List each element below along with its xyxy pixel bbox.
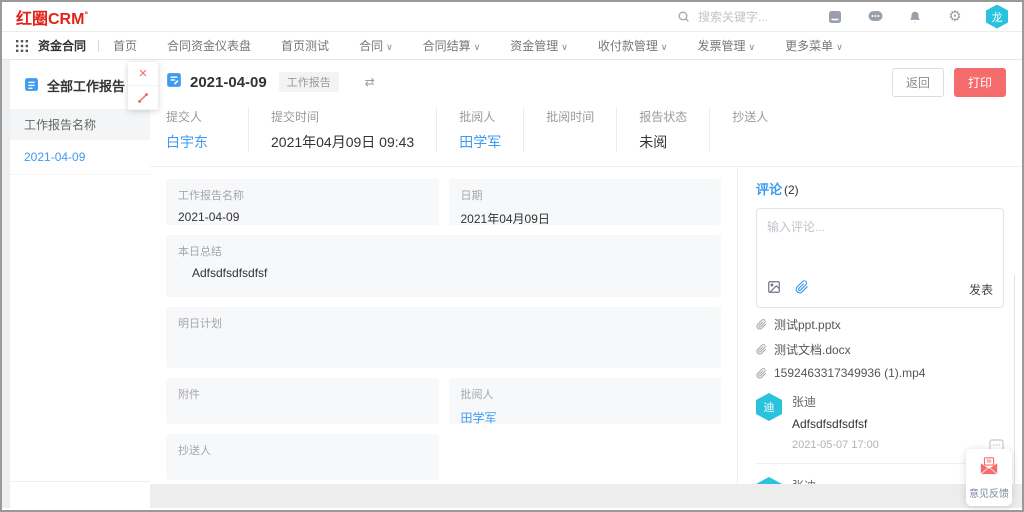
comments-title: 评论 (756, 179, 782, 198)
nav-item-more[interactable]: 更多菜单 (785, 37, 843, 54)
messages-icon[interactable] (866, 8, 884, 26)
scrollbar[interactable] (1014, 275, 1015, 484)
clipboard-icon (24, 77, 39, 95)
page-background-strip (150, 484, 1022, 508)
comment-input-box: 发表 (756, 208, 1004, 308)
field-date: 日期 2021年04月09日 (449, 179, 722, 225)
meta-summary-row: 提交人 白宇东 提交时间 2021年04月09日 09:43 批阅人 田学军 批… (150, 104, 1022, 167)
report-form: 工作报告名称 2021-04-09 日期 2021年04月09日 本日总结 Ad… (150, 167, 738, 484)
detail-header: 2021-04-09 工作报告 ⇄ 返回 打印 (150, 60, 1022, 104)
submitter-link[interactable]: 白宇东 (166, 132, 226, 152)
nav-item-invoices[interactable]: 发票管理 (698, 37, 756, 54)
attachment-item[interactable]: 测试ppt.pptx (756, 316, 1004, 333)
paperclip-icon (756, 344, 767, 355)
report-detail-card: 2021-04-09 工作报告 ⇄ 返回 打印 提交人 白宇东 提交时间 202… (150, 60, 1022, 484)
meta-reviewer: 批阅人 田学军 (436, 108, 523, 152)
status-badge: 未阅 (639, 132, 687, 152)
nav-item-settlement[interactable]: 合同结算 (423, 37, 481, 54)
comment-author[interactable]: 张迪 (792, 393, 1004, 410)
meta-cc: 抄送人 (709, 108, 791, 152)
paperclip-icon (756, 319, 767, 330)
field-reviewer: 批阅人 田学军 (449, 378, 722, 424)
field-tomorrow-plan: 明日计划 (166, 307, 721, 369)
close-icon[interactable]: × (128, 62, 158, 86)
topbar: 红圈CRM° ⚙ 龙 (2, 2, 1022, 32)
field-cc: 抄送人 (166, 434, 439, 480)
logo-degree-mark: ° (84, 9, 88, 19)
report-list-sidebar: 全部工作报告 工作报告名称 2021-04-09 (10, 60, 152, 508)
form-reviewer-link[interactable]: 田学军 (461, 409, 710, 426)
chevron-down-icon (836, 39, 843, 53)
comment-text: Adfsdfsdfsdfsf (792, 417, 1004, 431)
print-button[interactable]: 打印 (954, 68, 1006, 97)
paperclip-icon (756, 368, 767, 379)
nav-item-contract[interactable]: 合同 (359, 37, 393, 54)
floating-toolbar: × (128, 62, 158, 110)
comment-time: 2021-05-07 17:00 (792, 439, 879, 451)
search-input[interactable] (698, 10, 798, 24)
chevron-down-icon (661, 39, 668, 53)
crm-app: 红圈CRM° ⚙ 龙 资金合同 首 (0, 0, 1024, 512)
meta-submit-time: 提交时间 2021年04月09日 09:43 (248, 108, 436, 152)
gear-icon[interactable]: ⚙ (946, 8, 964, 26)
page-title: 2021-04-09 (190, 74, 267, 91)
nav-item-payments[interactable]: 收付款管理 (598, 37, 668, 54)
comment-input[interactable] (757, 209, 1003, 274)
sidebar-item-report[interactable]: 2021-04-09 (10, 140, 152, 175)
attachment-item[interactable]: 测试文档.docx (756, 341, 1004, 358)
expand-arrow-icon[interactable] (128, 86, 158, 110)
chevron-down-icon (749, 39, 756, 53)
back-button[interactable]: 返回 (892, 68, 944, 97)
main-nav: 资金合同 首页 合同资金仪表盘 首页测试 合同 合同结算 资金管理 收付款管理 … (2, 32, 1022, 60)
nav-item-hometest[interactable]: 首页测试 (281, 37, 329, 54)
nav-item-funds[interactable]: 资金管理 (510, 37, 568, 54)
apps-grid-icon[interactable] (16, 40, 28, 52)
document-icon (166, 72, 182, 93)
comments-count: (2) (784, 183, 799, 197)
nav-item-dashboard[interactable]: 合同资金仪表盘 (167, 37, 251, 54)
notebook-icon[interactable] (826, 8, 844, 26)
attachment-item[interactable]: 1592463317349936 (1).mp4 (756, 366, 1004, 380)
brand-logo[interactable]: 红圈CRM° (16, 5, 88, 29)
reviewer-link[interactable]: 田学军 (459, 132, 501, 152)
nav-app-label[interactable]: 资金合同 (38, 37, 86, 54)
chevron-down-icon (561, 39, 568, 53)
field-today-summary: 本日总结 Adfsdfsdfsdfsf (166, 235, 721, 297)
post-comment-button[interactable]: 发表 (969, 281, 993, 298)
global-search[interactable] (674, 8, 804, 26)
bell-icon[interactable] (906, 8, 924, 26)
sidebar-column-header: 工作报告名称 (10, 109, 152, 140)
nav-item-home[interactable]: 首页 (113, 37, 137, 54)
field-report-name: 工作报告名称 2021-04-09 (166, 179, 439, 225)
record-type-tag: 工作报告 (279, 72, 339, 92)
image-icon[interactable] (767, 280, 781, 299)
avatar: 迪 (756, 477, 782, 484)
field-attachment: 附件 (166, 378, 439, 424)
meta-status: 报告状态 未阅 (616, 108, 709, 152)
swap-icon[interactable]: ⇄ (365, 75, 375, 89)
nav-divider (98, 40, 99, 52)
meta-submitter: 提交人 白宇东 (166, 108, 248, 152)
content-area: 全部工作报告 工作报告名称 2021-04-09 × 2021-04-09 工作… (2, 60, 1022, 508)
chevron-down-icon (474, 39, 481, 53)
user-avatar[interactable]: 龙 (986, 5, 1008, 29)
feedback-label: 意见反馈 (969, 485, 1009, 500)
envelope-icon (978, 456, 1000, 481)
comments-panel: 评论 (2) 发表 (738, 167, 1022, 484)
feedback-button[interactable]: 意见反馈 (966, 449, 1012, 506)
chevron-down-icon (386, 39, 393, 53)
search-icon (674, 8, 692, 26)
meta-review-time: 批阅时间 (523, 108, 616, 152)
attach-paperclip-icon[interactable] (795, 280, 809, 299)
avatar: 迪 (756, 393, 782, 421)
comment-item: 迪 张迪 Adfsdfsdfsdfsf 2021-05-07 17:00 (756, 393, 1004, 451)
